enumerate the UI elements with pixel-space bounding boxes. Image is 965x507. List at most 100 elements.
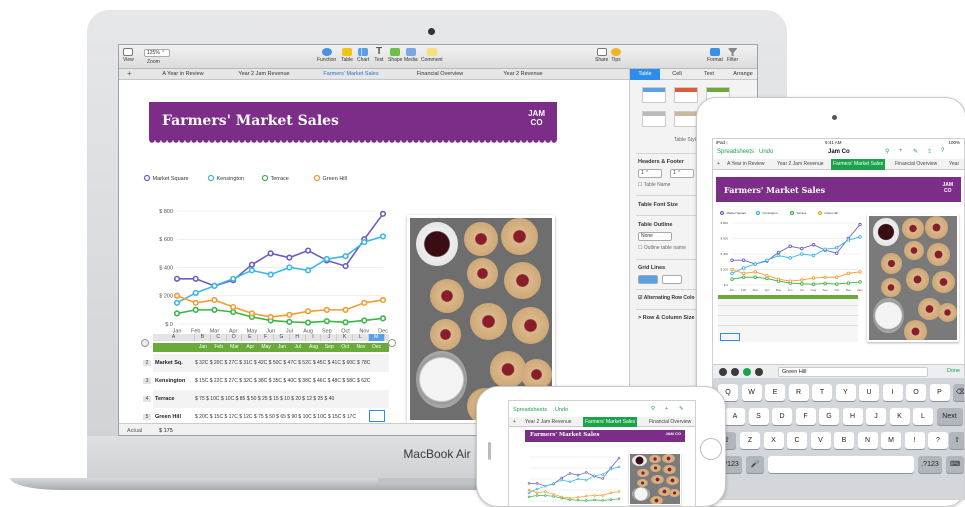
data-point[interactable] — [544, 484, 547, 488]
data-point[interactable] — [248, 310, 256, 317]
toolbar-shape-button[interactable]: Shape — [388, 48, 402, 63]
inspector-tab-cell[interactable]: Cell — [662, 69, 692, 80]
hide-keyboard-key[interactable]: ⌨ — [946, 456, 964, 473]
data-point[interactable] — [552, 482, 555, 485]
row-number[interactable]: 5 — [143, 414, 151, 420]
tab-financial-overview[interactable]: Financial Overview — [397, 70, 483, 79]
table-scroll-handle[interactable] — [141, 339, 149, 347]
key-u[interactable]: U — [859, 384, 879, 401]
tab-farmers-market-sales[interactable]: Farmers' Market Sales — [305, 70, 397, 79]
ipad-tab-financial-overview[interactable]: Financial Overview — [895, 159, 937, 170]
data-point[interactable] — [765, 276, 769, 281]
row-label[interactable]: Kensington — [155, 378, 185, 384]
ipad-tab-year-2-jam-revenue[interactable]: Year 2 Jam Revenue — [777, 159, 824, 170]
data-point[interactable] — [811, 242, 816, 247]
key-m[interactable]: M — [881, 432, 901, 449]
data-point[interactable] — [286, 318, 293, 325]
ipad-add-icon[interactable]: + — [899, 148, 903, 154]
ipad-text-mode-icon[interactable] — [743, 368, 751, 376]
data-point[interactable] — [267, 250, 274, 257]
toolbar-tips-button[interactable]: Tips — [611, 48, 621, 63]
ipad-date-mode-icon[interactable] — [755, 368, 763, 376]
key-x[interactable]: X — [763, 432, 784, 449]
header-cell[interactable]: Feb — [210, 343, 227, 352]
data-point[interactable] — [379, 210, 387, 217]
data-point[interactable] — [544, 490, 547, 493]
key-h[interactable]: H — [842, 408, 863, 425]
table-name-checkbox[interactable]: ☐ Table Name — [638, 182, 670, 188]
data-point[interactable] — [173, 299, 181, 306]
data-point[interactable] — [593, 498, 596, 502]
header-cell[interactable]: Oct — [337, 343, 353, 352]
data-point[interactable] — [192, 275, 199, 282]
data-point[interactable] — [823, 247, 827, 252]
sales-line-chart[interactable]: Market Square Kensington Terrace Green Hill… — [139, 171, 389, 346]
data-point[interactable] — [730, 267, 734, 272]
column-letter[interactable]: H — [289, 334, 306, 341]
data-point[interactable] — [211, 282, 218, 289]
ipad-undo-button[interactable]: Undo — [759, 149, 773, 155]
column-letter[interactable]: I — [305, 334, 322, 341]
backspace-key[interactable]: ⌫ — [953, 384, 964, 401]
key-question[interactable]: ? — [928, 432, 948, 449]
header-cell[interactable]: May — [258, 343, 274, 352]
key-d[interactable]: D — [772, 408, 792, 425]
data-point[interactable] — [576, 498, 580, 502]
data-point[interactable] — [858, 235, 862, 239]
alternating-row-color-checkbox[interactable]: ☑ Alternating Row Colo — [638, 295, 695, 301]
data-point[interactable] — [609, 491, 613, 494]
ipad-spreadsheets-button[interactable]: Spreadsheets — [717, 149, 754, 155]
data-point[interactable] — [609, 467, 613, 471]
data-point[interactable] — [776, 253, 781, 258]
data-point[interactable] — [192, 289, 199, 297]
iphone-tab-farmers-market-sales[interactable]: Farmers' Market Sales — [583, 417, 638, 427]
data-point[interactable] — [800, 252, 804, 256]
toolbar-format-button[interactable]: Format — [707, 48, 723, 63]
ipad-add-sheet-button[interactable]: + — [717, 159, 720, 170]
data-point[interactable] — [361, 238, 368, 246]
column-letter[interactable]: B — [195, 334, 211, 341]
iphone-home-button[interactable] — [700, 438, 722, 460]
data-point[interactable] — [617, 456, 621, 460]
toolbar-chart-button[interactable]: Chart — [357, 48, 369, 63]
column-letter[interactable]: E — [242, 334, 259, 341]
iphone-format-icon[interactable]: ✎ — [679, 406, 684, 412]
toolbar-function-button[interactable]: Function — [317, 48, 336, 63]
data-point[interactable] — [846, 238, 851, 242]
data-point[interactable] — [601, 477, 604, 480]
data-point[interactable] — [323, 318, 330, 325]
data-point[interactable] — [535, 494, 539, 497]
data-point[interactable] — [811, 276, 816, 280]
space-bar[interactable] — [768, 456, 914, 473]
data-point[interactable] — [776, 250, 781, 255]
data-point[interactable] — [304, 308, 312, 315]
data-point[interactable] — [788, 279, 792, 283]
data-point[interactable] — [286, 264, 293, 271]
data-point[interactable] — [576, 473, 580, 477]
row-label[interactable]: Green Hill — [155, 414, 181, 420]
ipad-sales-line-chart[interactable]: Market Square Kensington Terrace Green Hill… — [716, 209, 864, 295]
data-point[interactable] — [248, 267, 256, 274]
column-letter[interactable]: J — [321, 334, 338, 341]
data-point[interactable] — [730, 277, 734, 281]
table-style-gray[interactable] — [642, 111, 666, 127]
ipad-formula-input[interactable]: Green Hill — [778, 367, 928, 377]
header-cell[interactable]: Jul — [289, 343, 306, 352]
key-a[interactable]: A — [725, 408, 745, 425]
toolbar-view-button[interactable]: View — [123, 48, 134, 63]
data-point[interactable] — [585, 499, 588, 502]
header-cell[interactable]: Jan — [195, 343, 211, 352]
data-point[interactable] — [576, 496, 580, 499]
iphone-spreadsheets-button[interactable]: Spreadsheets — [513, 407, 547, 413]
key-r[interactable]: R — [788, 384, 809, 401]
data-point[interactable] — [741, 266, 746, 270]
toolbar-table-button[interactable]: Table — [341, 48, 353, 63]
iphone-cookies-photo[interactable] — [629, 453, 681, 505]
toolbar-text-button[interactable]: T Text — [374, 47, 384, 64]
key-k[interactable]: K — [889, 408, 910, 425]
data-point[interactable] — [527, 488, 531, 492]
sales-table[interactable]: A B C D E F G H I J K L M Jan Feb Mar Apr May Jun Jul Aug Sep… — [143, 334, 393, 429]
table-style-blue[interactable] — [642, 87, 666, 103]
data-point[interactable] — [568, 480, 572, 484]
inspector-tab-arrange[interactable]: Arrange — [726, 69, 757, 80]
